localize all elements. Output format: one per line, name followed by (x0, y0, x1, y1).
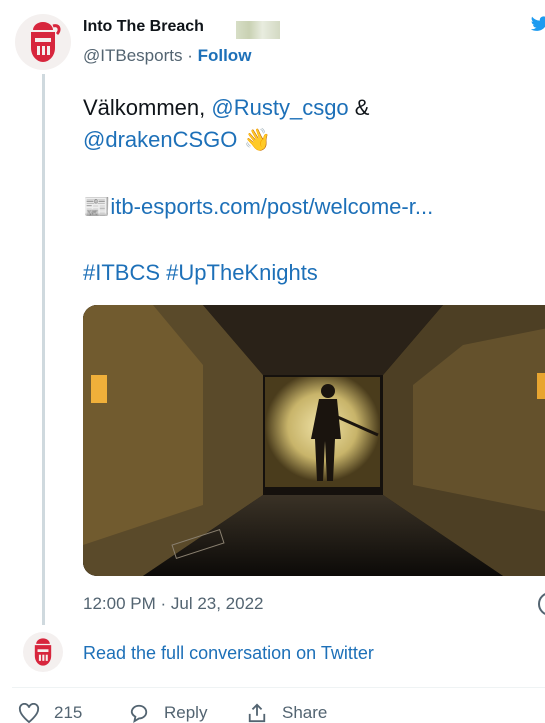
tweet-line-2: @drakenCSGO 👋 (83, 125, 271, 155)
tweet-media-video[interactable] (83, 305, 545, 576)
footer-avatar[interactable] (23, 632, 63, 672)
share-icon (248, 703, 266, 723)
author-handle[interactable]: @ITBesports (83, 46, 182, 65)
author-avatar[interactable] (15, 14, 71, 70)
article-link[interactable]: itb-esports.com/post/welcome-r... (110, 194, 433, 219)
itb-knight-logo (34, 638, 52, 666)
info-icon[interactable] (538, 592, 545, 616)
share-label: Share (282, 703, 328, 722)
separator-dot: · (187, 46, 193, 65)
twitter-bird-icon[interactable] (530, 14, 545, 34)
author-name[interactable]: Into The Breach (83, 18, 204, 36)
tweet-line-hashtags: #ITBCS #UpTheKnights (83, 258, 318, 288)
wave-icon: 👋 (243, 127, 271, 152)
follow-button[interactable]: Follow (198, 46, 252, 65)
hashtag-uptheknights[interactable]: #UpTheKnights (166, 260, 318, 285)
read-full-conversation-link[interactable]: Read the full conversation on Twitter (83, 643, 374, 664)
tweet-line-link: 📰itb-esports.com/post/welcome-r... (83, 192, 433, 222)
footer-divider (12, 687, 545, 688)
mention-draken[interactable]: @drakenCSGO (83, 127, 237, 152)
video-frame (83, 305, 545, 576)
like-count: 215 (54, 703, 83, 722)
newspaper-icon: 📰 (83, 194, 111, 219)
tweet-line-1: Välkommen, @Rusty_csgo & (83, 93, 369, 123)
verified-badge-blurred (236, 21, 280, 39)
thread-line (42, 74, 45, 625)
like-action[interactable]: 215 (18, 703, 82, 723)
text-ampersand: & (348, 95, 370, 120)
text-welcome: Välkommen, (83, 95, 212, 120)
heart-icon (18, 703, 40, 723)
itb-knight-logo (31, 22, 61, 62)
mention-rusty[interactable]: @Rusty_csgo (211, 95, 348, 120)
hashtag-itbcs[interactable]: #ITBCS (83, 260, 160, 285)
reply-action[interactable]: Reply (128, 703, 207, 723)
tweet-timestamp[interactable]: 12:00 PM · Jul 23, 2022 (83, 594, 264, 614)
handle-row: @ITBesports · Follow (83, 46, 251, 66)
reply-icon (130, 704, 148, 723)
share-action[interactable]: Share (246, 703, 327, 723)
reply-label: Reply (164, 703, 208, 722)
